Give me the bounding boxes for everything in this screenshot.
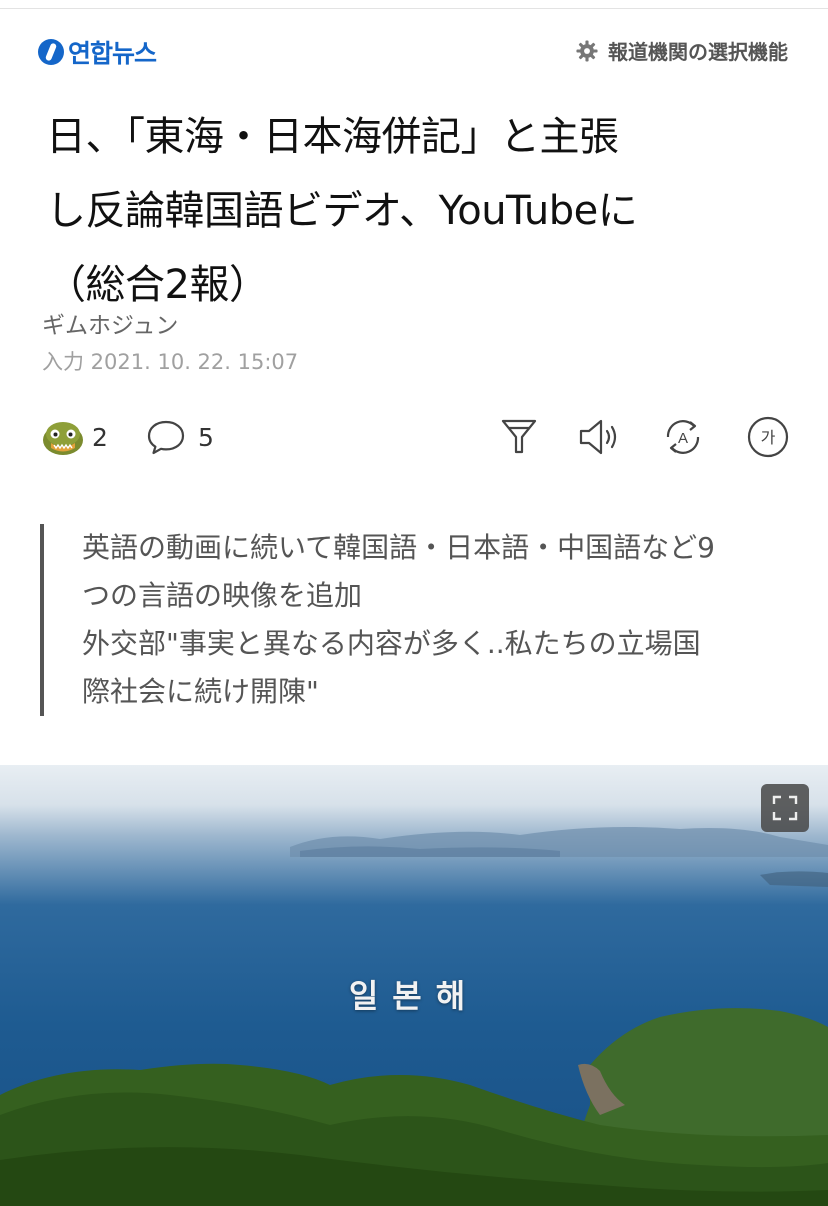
yonhap-logo-mark-icon	[38, 39, 64, 65]
published-timestamp: 入力 2021. 10. 22. 15:07	[42, 350, 299, 374]
summary-line: 外交部"事実と異なる内容が多く..私たちの立場国	[82, 627, 701, 660]
comment-count: 5	[198, 422, 214, 452]
top-divider	[0, 8, 828, 9]
translate-icon: A	[666, 420, 700, 454]
publisher-select-button[interactable]: 報道機関の選択機能	[576, 36, 788, 65]
reaction-count: 2	[92, 422, 108, 452]
summary-line: 英語の動画に続いて韓国語・日本語・中国語など9	[82, 531, 715, 564]
yonhap-logo[interactable]: 연합뉴스	[38, 32, 157, 72]
font-size-button[interactable]: 가	[745, 414, 791, 460]
article-action-bar: 2 5 A 가	[0, 412, 828, 464]
summary-line: 際社会に続け開陳"	[82, 675, 319, 708]
video-player[interactable]: 일본해	[0, 765, 828, 1206]
translate-button[interactable]: A	[660, 414, 706, 460]
filter-button[interactable]	[496, 414, 542, 460]
font-size-glyph: 가	[761, 428, 776, 447]
author-name[interactable]: ギムホジュン	[42, 306, 178, 340]
comment-icon	[147, 420, 185, 455]
summary-line: つの言語の映像を追加	[82, 579, 363, 612]
comment-button[interactable]: 5	[146, 418, 214, 456]
title-line: し反論韓国語ビデオ、YouTubeに	[46, 188, 638, 234]
fullscreen-icon	[772, 795, 798, 821]
reaction-emoji-icon	[43, 422, 83, 455]
logo-text: 연합뉴스	[68, 39, 157, 68]
fullscreen-button[interactable]	[761, 784, 809, 832]
speaker-icon	[579, 419, 617, 455]
reaction-button[interactable]: 2	[42, 418, 108, 456]
font-size-icon: 가	[747, 416, 789, 458]
title-line: （総合2報）	[46, 262, 269, 308]
article-summary: 英語の動画に続いて韓国語・日本語・中国語など9 つの言語の映像を追加 外交部"事…	[40, 524, 800, 716]
translate-glyph: A	[678, 430, 688, 447]
filter-icon	[501, 419, 537, 454]
text-to-speech-button[interactable]	[577, 414, 623, 460]
gear-icon	[576, 39, 598, 62]
video-caption-text: 일본해	[348, 977, 480, 1015]
article-title: 日、「東海・日本海併記」と主張 し反論韓国語ビデオ、YouTubeに （総合2報…	[46, 100, 806, 322]
title-line: 日、「東海・日本海併記」と主張	[46, 114, 619, 160]
publisher-select-label: 報道機関の選択機能	[608, 40, 788, 64]
app-header: 연합뉴스 報道機関の選択機能	[0, 28, 828, 76]
